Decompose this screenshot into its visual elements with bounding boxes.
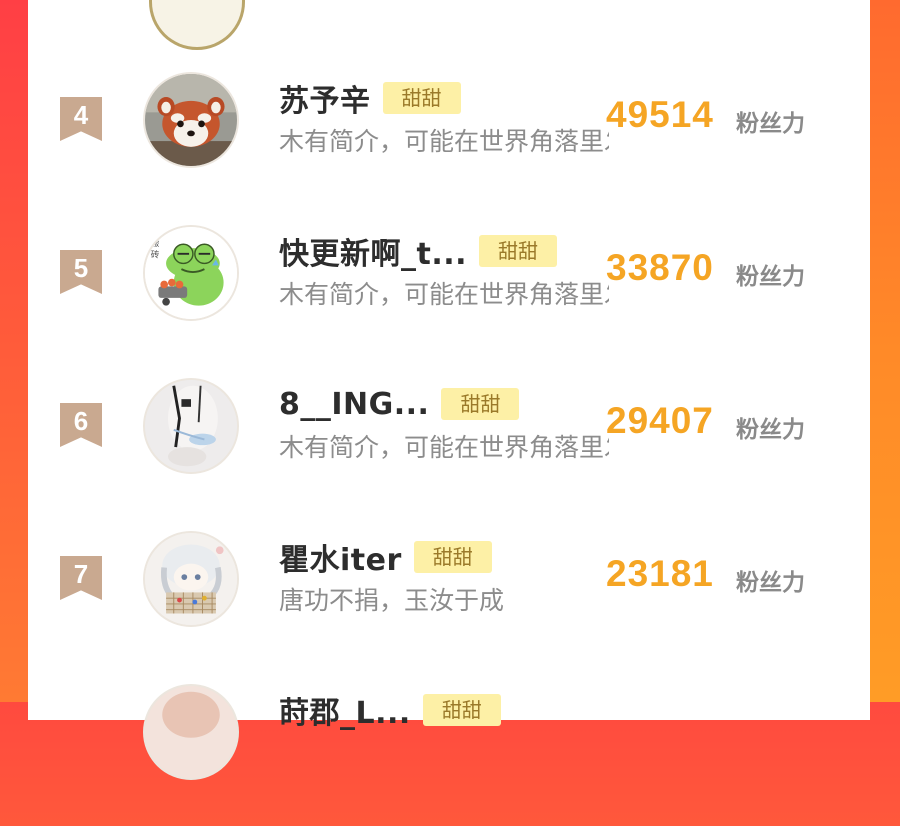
doll-photo-avatar[interactable] xyxy=(143,378,239,474)
fan-power-score: 33870 xyxy=(606,247,714,288)
user-name[interactable]: 8__ING... xyxy=(279,387,429,422)
leaderboard-row[interactable]: 6 8__ING... 甜甜 木有简介，可能在世界角落里发呆 29407 粉丝力 xyxy=(28,370,870,520)
leaderboard-row[interactable]: 4 苏予辛 甜甜 木有简介，可能在世界角落里发呆 xyxy=(28,64,870,214)
sweet-tag: 甜甜 xyxy=(479,235,558,267)
user-name-line: 8__ING... 甜甜 xyxy=(279,384,520,424)
user-name-line: 瞿水iter 甜甜 xyxy=(279,535,492,579)
user-bio: 木有简介，可能在世界角落里发呆 xyxy=(279,433,609,462)
user-name[interactable]: 苏予辛 xyxy=(279,76,371,120)
left-gradient-border xyxy=(0,0,28,702)
next-user-avatar[interactable] xyxy=(143,684,239,780)
user-bio: 木有简介，可能在世界角落里发呆 xyxy=(279,280,609,309)
frog-cartoon-avatar[interactable]: 搬 砖 xyxy=(143,225,239,321)
leaderboard-row-partial[interactable]: 莳郡_L... 甜甜 xyxy=(28,676,870,826)
fan-power-score: 29407 xyxy=(606,400,714,441)
sweet-tag: 甜甜 xyxy=(413,541,492,573)
fan-power-unit: 粉丝力 xyxy=(736,264,805,290)
fan-power-unit: 粉丝力 xyxy=(736,111,805,137)
rank-badge: 4 xyxy=(60,97,102,141)
right-gradient-border xyxy=(870,0,900,702)
leaderboard-row[interactable]: 7 瞿水iter 甜甜 唐功不捐，玉汝于成 23181 粉丝力 xyxy=(28,523,870,673)
user-name-line: 莳郡_L... 甜甜 xyxy=(279,688,501,732)
user-name[interactable]: 莳郡_L... xyxy=(279,688,411,732)
leaderboard-row[interactable]: 5 搬 砖 快更新啊_t... 甜甜 木有简介，可能在世界角落里 33870 粉… xyxy=(28,217,870,367)
leaderboard-panel[interactable]: 4 苏予辛 甜甜 木有简介，可能在世界角落里发呆 xyxy=(28,0,870,780)
anime-girl-avatar[interactable] xyxy=(143,531,239,627)
user-name-line: 快更新啊_t... 甜甜 xyxy=(279,229,558,273)
user-bio: 唐功不捐，玉汝于成 xyxy=(279,586,505,615)
sweet-tag: 甜甜 xyxy=(382,82,461,114)
fan-power-score: 23181 xyxy=(606,553,714,594)
svg-text:砖: 砖 xyxy=(151,249,160,261)
user-name-line: 苏予辛 甜甜 xyxy=(279,76,461,120)
previous-avatar-partial[interactable] xyxy=(149,0,245,52)
sweet-tag: 甜甜 xyxy=(441,388,520,420)
sweet-tag: 甜甜 xyxy=(422,694,501,726)
rank-badge: 6 xyxy=(60,403,102,447)
fan-power-score: 49514 xyxy=(606,94,714,135)
rank-badge: 7 xyxy=(60,556,102,600)
svg-text:搬: 搬 xyxy=(151,237,160,249)
red-panda-avatar[interactable] xyxy=(143,72,239,168)
user-bio: 木有简介，可能在世界角落里发呆 xyxy=(279,127,609,156)
user-name[interactable]: 快更新啊_t... xyxy=(279,229,467,273)
user-name[interactable]: 瞿水iter xyxy=(279,535,402,579)
fan-power-unit: 粉丝力 xyxy=(736,417,805,443)
fan-power-unit: 粉丝力 xyxy=(736,570,805,596)
rank-badge: 5 xyxy=(60,250,102,294)
